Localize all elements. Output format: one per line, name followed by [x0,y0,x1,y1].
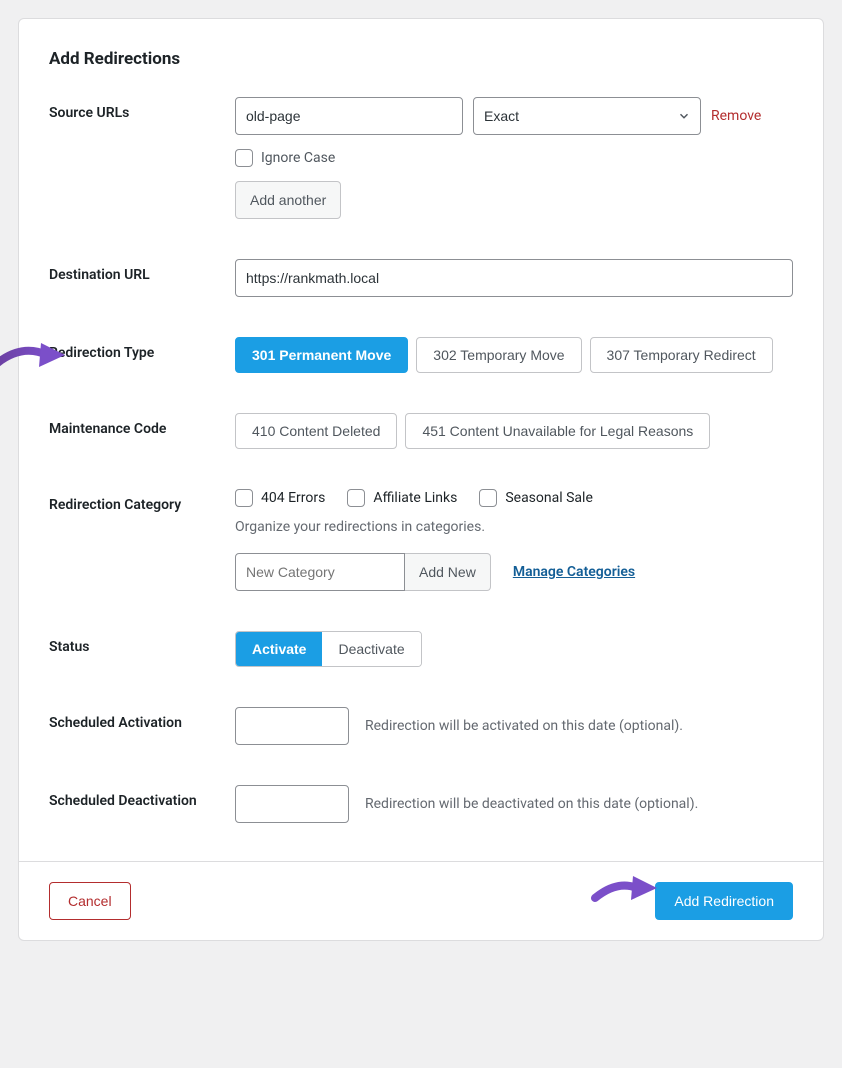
content-source-urls: Exact Remove Ignore Case Add another [235,97,793,219]
redirect-type-307[interactable]: 307 Temporary Redirect [590,337,773,373]
manage-categories-link[interactable]: Manage Categories [513,564,635,580]
add-another-source-button[interactable]: Add another [235,181,341,219]
category-404-label: 404 Errors [261,490,325,506]
source-match-select[interactable]: Exact [473,97,701,135]
label-scheduled-deactivation: Scheduled Deactivation [49,785,235,809]
row-status: Status Activate Deactivate [49,631,793,667]
panel-body: Add Redirections Source URLs Exact Remov… [19,19,823,861]
category-404-checkbox[interactable] [235,489,253,507]
label-maintenance: Maintenance Code [49,413,235,437]
panel-footer: Cancel Add Redirection [19,861,823,940]
row-scheduled-deactivation: Scheduled Deactivation Redirection will … [49,785,793,823]
add-redirection-button[interactable]: Add Redirection [655,882,793,920]
row-redirection-type: Redirection Type 301 Permanent Move 302 … [49,337,793,373]
scheduled-deactivation-input[interactable] [235,785,349,823]
status-activate[interactable]: Activate [236,632,322,666]
category-affiliate-checkbox[interactable] [347,489,365,507]
maintenance-451[interactable]: 451 Content Unavailable for Legal Reason… [405,413,710,449]
category-seasonal-label: Seasonal Sale [505,490,593,506]
category-help-text: Organize your redirections in categories… [235,519,793,535]
redirect-type-302[interactable]: 302 Temporary Move [416,337,581,373]
pointer-arrow-icon [591,870,663,910]
redirect-type-301[interactable]: 301 Permanent Move [235,337,408,373]
label-source-urls: Source URLs [49,97,235,121]
label-category: Redirection Category [49,489,235,513]
category-seasonal-checkbox[interactable] [479,489,497,507]
source-url-input[interactable] [235,97,463,135]
destination-url-input[interactable] [235,259,793,297]
label-scheduled-activation: Scheduled Activation [49,707,235,731]
label-destination: Destination URL [49,259,235,283]
maintenance-410[interactable]: 410 Content Deleted [235,413,397,449]
cancel-button[interactable]: Cancel [49,882,131,920]
status-toggle: Activate Deactivate [235,631,422,667]
row-scheduled-activation: Scheduled Activation Redirection will be… [49,707,793,745]
remove-source-link[interactable]: Remove [711,108,761,124]
category-affiliate-label: Affiliate Links [373,490,457,506]
row-maintenance: Maintenance Code 410 Content Deleted 451… [49,413,793,449]
label-status: Status [49,631,235,655]
scheduled-activation-input[interactable] [235,707,349,745]
scheduled-activation-hint: Redirection will be activated on this da… [365,718,683,734]
add-new-category-button[interactable]: Add New [405,553,491,591]
page-title: Add Redirections [49,49,793,69]
ignore-case-checkbox[interactable] [235,149,253,167]
new-category-input[interactable] [235,553,405,591]
add-redirections-panel: Add Redirections Source URLs Exact Remov… [18,18,824,941]
label-redirection-type: Redirection Type [49,337,235,361]
scheduled-deactivation-hint: Redirection will be deactivated on this … [365,796,698,812]
row-category: Redirection Category 404 Errors Affiliat… [49,489,793,591]
ignore-case-label: Ignore Case [261,150,335,166]
row-destination: Destination URL [49,259,793,297]
status-deactivate[interactable]: Deactivate [322,632,420,666]
row-source-urls: Source URLs Exact Remove Ignore Case [49,97,793,219]
